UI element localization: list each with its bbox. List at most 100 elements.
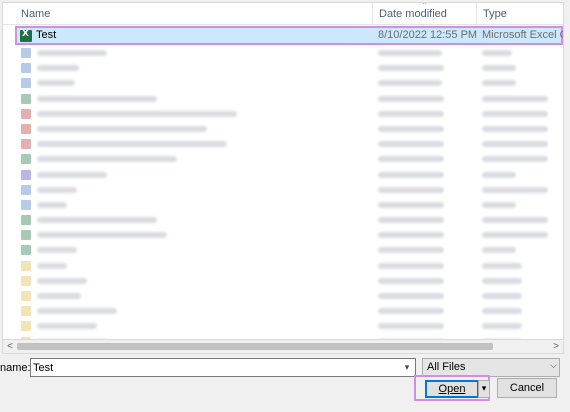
chevron-down-icon[interactable]: ▾ bbox=[399, 359, 415, 376]
cancel-button[interactable]: Cancel bbox=[497, 378, 557, 398]
redacted-file-name bbox=[37, 125, 207, 132]
folder-icon bbox=[21, 275, 31, 286]
filename-label: name: bbox=[0, 362, 31, 374]
table-row[interactable] bbox=[3, 212, 563, 227]
open-button-highlight: Open ▾ bbox=[414, 375, 490, 401]
redacted-file-type bbox=[482, 65, 516, 72]
redacted-file-type bbox=[482, 232, 548, 239]
table-row[interactable] bbox=[3, 273, 563, 288]
table-row[interactable] bbox=[3, 121, 563, 136]
redacted-file-type bbox=[482, 80, 516, 87]
open-button[interactable]: Open bbox=[425, 380, 479, 398]
redacted-file-type bbox=[482, 125, 548, 132]
file-icon bbox=[21, 93, 31, 104]
file-icon bbox=[21, 230, 31, 241]
redacted-file-type bbox=[482, 201, 516, 208]
redacted-file-date bbox=[378, 65, 444, 72]
redacted-file-type bbox=[482, 262, 522, 269]
table-row[interactable] bbox=[3, 151, 563, 166]
folder-icon bbox=[21, 306, 31, 317]
redacted-file-type bbox=[482, 247, 516, 254]
redacted-file-name bbox=[37, 308, 117, 315]
redacted-file-name bbox=[37, 293, 81, 299]
table-row[interactable] bbox=[3, 182, 563, 197]
table-row[interactable] bbox=[3, 197, 563, 212]
redacted-file-date bbox=[378, 323, 444, 330]
redacted-file-name bbox=[37, 262, 67, 269]
redacted-file-date bbox=[378, 110, 444, 117]
scroll-thumb[interactable] bbox=[17, 343, 493, 350]
table-row[interactable] bbox=[3, 75, 563, 90]
redacted-file-type bbox=[482, 308, 522, 315]
table-row[interactable] bbox=[3, 288, 563, 303]
file-icon bbox=[21, 123, 31, 134]
redacted-file-type bbox=[482, 323, 522, 330]
redacted-file-date bbox=[378, 232, 444, 239]
folder-icon bbox=[21, 321, 31, 332]
redacted-file-name bbox=[37, 247, 77, 254]
redacted-file-date bbox=[378, 141, 444, 148]
redacted-file-date bbox=[378, 50, 442, 56]
file-date: 8/10/2022 12:55 PM bbox=[378, 29, 478, 41]
filename-input[interactable] bbox=[33, 360, 393, 375]
redacted-file-name bbox=[37, 110, 237, 117]
table-row[interactable] bbox=[3, 227, 563, 242]
file-open-dialog: Name Date modified ⌃ Type Test 8/10/2022… bbox=[0, 0, 570, 412]
table-row[interactable] bbox=[3, 318, 563, 333]
redacted-file-name bbox=[37, 201, 67, 208]
column-name-header[interactable]: Name bbox=[15, 3, 373, 25]
file-icon bbox=[21, 63, 31, 74]
file-rows: Test 8/10/2022 12:55 PM Microsoft Excel … bbox=[3, 26, 563, 339]
redacted-file-date bbox=[378, 95, 444, 102]
file-icon bbox=[21, 215, 31, 226]
table-row[interactable] bbox=[3, 303, 563, 318]
redacted-file-date bbox=[378, 262, 444, 269]
redacted-file-type bbox=[482, 110, 548, 117]
file-icon bbox=[21, 169, 31, 180]
column-type-header[interactable]: Type bbox=[477, 3, 563, 25]
table-row-selected[interactable]: Test 8/10/2022 12:55 PM Microsoft Excel … bbox=[15, 26, 563, 45]
redacted-file-date bbox=[378, 201, 444, 208]
table-row[interactable] bbox=[3, 136, 563, 151]
redacted-file-type bbox=[482, 156, 548, 163]
redacted-file-type bbox=[482, 217, 548, 224]
scroll-left-icon[interactable]: < bbox=[3, 340, 17, 354]
file-icon bbox=[21, 184, 31, 195]
redacted-file-name bbox=[37, 232, 167, 239]
table-row[interactable] bbox=[3, 106, 563, 121]
redacted-file-name bbox=[37, 277, 87, 284]
redacted-file-date bbox=[378, 171, 444, 178]
horizontal-scrollbar[interactable]: < > bbox=[2, 340, 564, 354]
open-button-label: Open bbox=[438, 383, 466, 395]
file-icon bbox=[21, 48, 31, 58]
table-row[interactable] bbox=[3, 258, 563, 273]
excel-file-icon bbox=[20, 29, 32, 42]
folder-icon bbox=[21, 260, 31, 271]
redacted-file-type bbox=[482, 50, 512, 56]
filter-value: All Files bbox=[427, 361, 466, 373]
open-options-dropdown[interactable]: ▾ bbox=[478, 380, 490, 398]
file-icon bbox=[21, 139, 31, 150]
table-row[interactable] bbox=[3, 60, 563, 75]
file-list[interactable]: Name Date modified ⌃ Type Test 8/10/2022… bbox=[2, 2, 564, 340]
redacted-file-name bbox=[37, 171, 107, 178]
redacted-file-name bbox=[37, 323, 97, 330]
redacted-file-date bbox=[378, 125, 444, 132]
scroll-right-icon[interactable]: > bbox=[549, 340, 563, 354]
filename-combobox[interactable]: ▾ bbox=[30, 358, 416, 377]
table-row[interactable] bbox=[3, 167, 563, 182]
redacted-file-name bbox=[37, 186, 77, 193]
redacted-file-date bbox=[378, 186, 444, 193]
redacted-file-date bbox=[378, 80, 442, 87]
redacted-file-type bbox=[482, 141, 548, 148]
redacted-file-type bbox=[482, 293, 522, 299]
redacted-file-type bbox=[482, 95, 548, 102]
file-icon bbox=[21, 245, 31, 256]
redacted-file-name bbox=[37, 65, 79, 72]
table-row[interactable] bbox=[3, 242, 563, 257]
table-row[interactable] bbox=[3, 91, 563, 106]
chevron-down-icon: ⌵ bbox=[550, 360, 557, 370]
redacted-file-type bbox=[482, 171, 516, 178]
column-header: Name Date modified ⌃ Type bbox=[3, 3, 563, 25]
table-row[interactable] bbox=[3, 45, 563, 60]
